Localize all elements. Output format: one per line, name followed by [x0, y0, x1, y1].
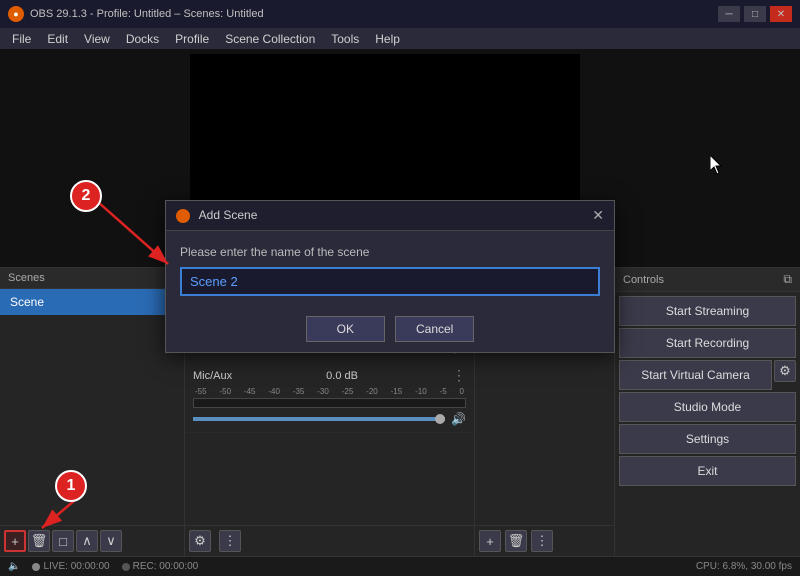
add-transition-button[interactable]: + — [479, 530, 501, 552]
annotation-2: 2 — [70, 180, 102, 212]
exit-button[interactable]: Exit — [619, 456, 796, 486]
live-timer: LIVE: 00:00:00 — [43, 561, 109, 572]
app-icon: ● — [8, 6, 24, 22]
controls-body: Start Streaming Start Recording Start Vi… — [615, 292, 800, 556]
maximize-button[interactable]: □ — [744, 6, 766, 22]
menu-file[interactable]: File — [4, 30, 39, 48]
menu-scene-collection[interactable]: Scene Collection — [217, 30, 323, 48]
audio-footer: ⚙ ⋮ — [185, 525, 474, 556]
audio-settings-button[interactable]: ⚙ — [189, 530, 211, 552]
virtual-camera-row: Start Virtual Camera ⚙ — [619, 360, 796, 390]
menu-bar: File Edit View Docks Profile Scene Colle… — [0, 28, 800, 50]
cpu-label: CPU: 6.8%, 30.00 fps — [696, 561, 792, 572]
rec-dot — [122, 563, 130, 571]
dialog-icon — [176, 209, 190, 223]
transition-menu-button[interactable]: ⋮ — [531, 530, 553, 552]
rec-timer: REC: 00:00:00 — [133, 561, 199, 572]
scene-down-button[interactable]: ∨ — [100, 530, 122, 552]
live-dot — [32, 563, 40, 571]
window-controls: ─ □ ✕ — [718, 6, 792, 22]
mic-aux-channel: Mic/Aux 0.0 dB ⋮ -55-50-45-40-35-30-25-2… — [185, 361, 474, 433]
start-virtual-camera-button[interactable]: Start Virtual Camera — [619, 360, 772, 390]
transitions-footer: + 🗑 ⋮ — [475, 525, 614, 556]
menu-tools[interactable]: Tools — [323, 30, 367, 48]
start-recording-button[interactable]: Start Recording — [619, 328, 796, 358]
cpu-status: CPU: 6.8%, 30.00 fps — [696, 561, 792, 572]
status-bar: 🔈 LIVE: 00:00:00 REC: 00:00:00 CPU: 6.8%… — [0, 556, 800, 576]
mic-aux-db: 0.0 dB — [326, 370, 358, 382]
audio-icon: 🔈 — [8, 561, 20, 572]
add-scene-dialog: Add Scene ✕ Please enter the name of the… — [165, 200, 615, 353]
menu-help[interactable]: Help — [367, 30, 408, 48]
dialog-buttons: OK Cancel — [166, 306, 614, 352]
dialog-ok-button[interactable]: OK — [306, 316, 385, 342]
dialog-close-button[interactable]: ✕ — [592, 207, 604, 224]
scene-up-button[interactable]: ∧ — [76, 530, 98, 552]
add-scene-button[interactable]: + — [4, 530, 26, 552]
dialog-cancel-button[interactable]: Cancel — [395, 316, 474, 342]
remove-scene-button[interactable]: 🗑 — [28, 530, 50, 552]
scenes-header: Scenes — [0, 268, 184, 289]
scenes-footer: + 🗑 □ ∧ ∨ — [0, 525, 184, 556]
dialog-body: Please enter the name of the scene — [166, 231, 614, 306]
live-status: LIVE: 00:00:00 — [32, 561, 109, 572]
remove-transition-button[interactable]: 🗑 — [505, 530, 527, 552]
rec-status: REC: 00:00:00 — [122, 561, 199, 572]
mic-aux-mute[interactable]: 🔊 — [451, 412, 466, 426]
close-button[interactable]: ✕ — [770, 6, 792, 22]
settings-button[interactable]: Settings — [619, 424, 796, 454]
mic-aux-label: Mic/Aux — [193, 370, 232, 382]
menu-view[interactable]: View — [76, 30, 118, 48]
window-title: OBS 29.1.3 - Profile: Untitled – Scenes:… — [30, 8, 718, 20]
scene-props-button[interactable]: □ — [52, 530, 74, 552]
mic-aux-meter — [193, 398, 466, 408]
menu-edit[interactable]: Edit — [39, 30, 76, 48]
audio-status: 🔈 — [8, 561, 20, 572]
scene-name-input[interactable] — [180, 267, 600, 296]
studio-mode-button[interactable]: Studio Mode — [619, 392, 796, 422]
virtual-camera-settings[interactable]: ⚙ — [774, 360, 796, 382]
mic-aux-labels: -55-50-45-40-35-30-25-20-15-10-50 — [193, 387, 466, 396]
dialog-title: Add Scene — [199, 208, 258, 222]
menu-docks[interactable]: Docks — [118, 30, 167, 48]
menu-profile[interactable]: Profile — [167, 30, 217, 48]
dialog-title-content: Add Scene — [176, 208, 257, 223]
controls-panel: Controls ⧉ Start Streaming Start Recordi… — [615, 268, 800, 556]
minimize-button[interactable]: ─ — [718, 6, 740, 22]
controls-header: Controls ⧉ — [615, 268, 800, 292]
title-bar: ● OBS 29.1.3 - Profile: Untitled – Scene… — [0, 0, 800, 28]
scene-item[interactable]: Scene — [0, 289, 184, 315]
controls-icon: ⧉ — [783, 272, 792, 287]
dialog-title-bar: Add Scene ✕ — [166, 201, 614, 231]
audio-menu-button[interactable]: ⋮ — [219, 530, 241, 552]
scenes-panel: Scenes Scene + 🗑 □ ∧ ∨ — [0, 268, 185, 556]
dialog-label: Please enter the name of the scene — [180, 245, 600, 259]
annotation-1: 1 — [55, 470, 87, 502]
start-streaming-button[interactable]: Start Streaming — [619, 296, 796, 326]
mic-aux-menu[interactable]: ⋮ — [452, 367, 466, 384]
mic-aux-controls: 🔊 — [193, 412, 466, 426]
mic-aux-slider[interactable] — [193, 417, 445, 421]
controls-title: Controls — [623, 274, 664, 286]
